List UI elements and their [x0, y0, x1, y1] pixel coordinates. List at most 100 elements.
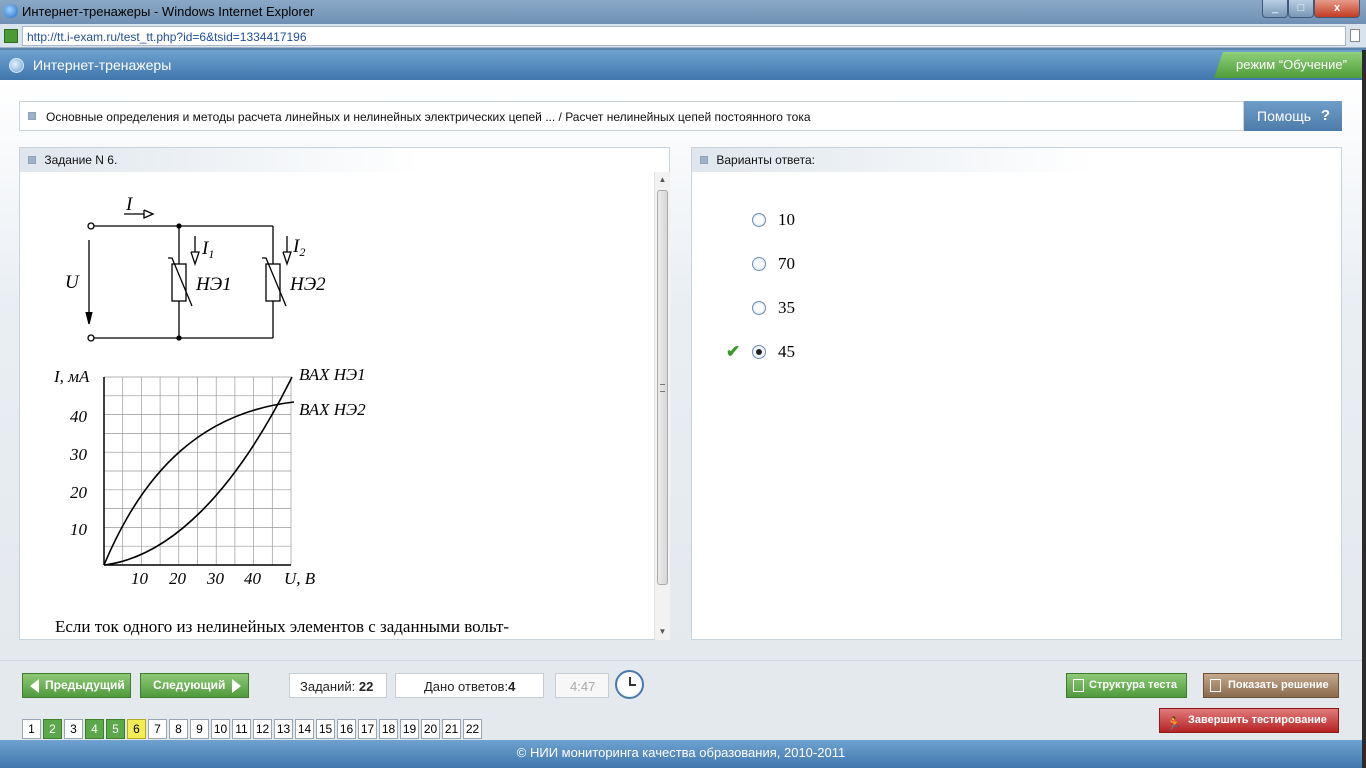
page-button-20[interactable]: 20: [421, 719, 440, 739]
minimize-button[interactable]: _: [1262, 0, 1288, 18]
finish-test-button[interactable]: 🏃 Завершить тестирование: [1159, 708, 1339, 733]
square-bullet-icon: [28, 156, 36, 164]
page-button-13[interactable]: 13: [274, 719, 293, 739]
answers-count-box: Дано ответов:4: [395, 673, 544, 698]
page-button-11[interactable]: 11: [232, 719, 251, 739]
app-title: Интернет-тренажеры: [33, 57, 172, 73]
checkmark-icon: ✔: [726, 342, 741, 361]
maximize-button[interactable]: □: [1288, 0, 1314, 18]
answer-panel: Варианты ответа: 10 70 35 ✔ 45: [691, 147, 1342, 640]
page-button-12[interactable]: 12: [253, 719, 272, 739]
task-panel: Задание N 6. I I1 I2 U НЭ1 НЭ2 I, мА U, …: [19, 147, 670, 640]
y-tick-10: 10: [70, 520, 88, 539]
y-tick-20: 20: [70, 483, 88, 502]
page-button-18[interactable]: 18: [379, 719, 398, 739]
window-edge: [1362, 50, 1366, 768]
terminal-bottom: [87, 334, 95, 342]
radio-button[interactable]: [752, 213, 766, 227]
close-button[interactable]: x: [1314, 0, 1360, 18]
radio-button[interactable]: [752, 345, 766, 359]
window-title: Интернет-тренажеры - Windows Internet Ex…: [22, 4, 315, 19]
app-header: Интернет-тренажеры режим “Обучение”: [0, 50, 1362, 80]
scroll-down-arrow-icon[interactable]: ▼: [655, 624, 670, 640]
tasks-count: 22: [358, 679, 374, 694]
terminal-top: [87, 222, 95, 230]
page-button-7[interactable]: 7: [148, 719, 167, 739]
radio-button[interactable]: [752, 257, 766, 271]
curve-1-label: ВАХ НЭ1: [299, 365, 366, 384]
address-bar: http://tt.i-exam.ru/test_tt.php?id=6&tsi…: [0, 24, 1366, 48]
page-button-6[interactable]: 6: [127, 719, 146, 739]
element-1-symbol: [171, 263, 187, 302]
y-tick-40: 40: [70, 407, 88, 426]
bottom-nav: Предыдущий Следующий Заданий: 22 Дано от…: [0, 660, 1362, 740]
grip-icon: [660, 384, 665, 392]
scroll-thumb[interactable]: [657, 190, 668, 585]
url-field[interactable]: http://tt.i-exam.ru/test_tt.php?id=6&tsi…: [22, 26, 1346, 46]
page-button-21[interactable]: 21: [442, 719, 461, 739]
breadcrumb: Основные определения и методы расчета ли…: [19, 101, 1244, 131]
page-button-17[interactable]: 17: [358, 719, 377, 739]
next-button[interactable]: Следующий: [140, 673, 249, 698]
page-button-1[interactable]: 1: [22, 719, 41, 739]
answers-title: Варианты ответа:: [716, 153, 815, 167]
element-2-label: НЭ2: [289, 274, 326, 295]
current-1-arrowhead: [190, 251, 200, 267]
task-scrollbar[interactable]: ▲ ▼: [654, 172, 670, 640]
page-button-19[interactable]: 19: [400, 719, 419, 739]
page-icon: [1350, 29, 1360, 42]
help-label: Помощь: [1257, 108, 1312, 124]
clock-icon[interactable]: [615, 670, 644, 699]
test-structure-button[interactable]: Структура теста: [1066, 673, 1187, 698]
answer-value: 70: [778, 254, 795, 273]
list-icon: [1073, 679, 1084, 692]
structure-label: Структура теста: [1089, 679, 1178, 691]
tasks-label: Заданий:: [300, 679, 356, 694]
question-text: Если ток одного из нелинейных элементов …: [55, 617, 510, 636]
page-button-22[interactable]: 22: [463, 719, 482, 739]
radio-button[interactable]: [752, 301, 766, 315]
tasks-count-box: Заданий: 22: [289, 673, 387, 698]
answered-label: Дано ответов:: [424, 679, 509, 694]
page-button-8[interactable]: 8: [169, 719, 188, 739]
scroll-up-arrow-icon[interactable]: ▲: [655, 172, 670, 188]
show-solution-button[interactable]: Показать решение: [1203, 673, 1339, 698]
page-button-16[interactable]: 16: [337, 719, 356, 739]
page-button-9[interactable]: 9: [190, 719, 209, 739]
current-total-label: I: [125, 194, 134, 215]
arrow-left-icon: [30, 679, 39, 693]
square-bullet-icon: [28, 112, 36, 120]
page-button-14[interactable]: 14: [295, 719, 314, 739]
x-tick-10: 10: [131, 569, 149, 588]
running-man-icon: 🏃: [1166, 716, 1183, 731]
answer-panel-header: Варианты ответа:: [692, 148, 1092, 172]
x-axis-label: U, В: [284, 569, 316, 588]
page-button-10[interactable]: 10: [211, 719, 230, 739]
help-button[interactable]: Помощь ?: [1244, 101, 1342, 131]
previous-button[interactable]: Предыдущий: [22, 673, 131, 698]
task-panel-header: Задание N 6.: [20, 148, 420, 172]
mode-badge: режим “Обучение”: [1214, 52, 1362, 78]
y-axis-label: I, мА: [53, 367, 90, 386]
breadcrumb-text: Основные определения и методы расчета ли…: [46, 110, 811, 124]
next-label: Следующий: [153, 678, 226, 692]
x-tick-30: 30: [206, 569, 225, 588]
question-mark-icon: ?: [1320, 107, 1330, 124]
curve-2-label: ВАХ НЭ2: [299, 400, 366, 419]
current-2-label: I2: [292, 236, 305, 259]
task-content: I I1 I2 U НЭ1 НЭ2 I, мА U, В ВАХ НЭ1 ВАХ…: [20, 172, 654, 638]
y-tick-30: 30: [69, 445, 88, 464]
page-button-5[interactable]: 5: [106, 719, 125, 739]
page-button-3[interactable]: 3: [64, 719, 83, 739]
current-arrowhead: [143, 209, 155, 220]
page-button-2[interactable]: 2: [43, 719, 62, 739]
answer-value: 10: [778, 210, 795, 229]
page-button-4[interactable]: 4: [85, 719, 104, 739]
task-title: Задание N 6.: [44, 153, 118, 167]
book-icon: [1210, 679, 1221, 692]
element-2-symbol: [265, 263, 281, 302]
voltage-label: U: [65, 272, 80, 293]
answer-value: 35: [778, 298, 795, 317]
page-button-15[interactable]: 15: [316, 719, 335, 739]
timer: 4:47: [555, 673, 609, 698]
